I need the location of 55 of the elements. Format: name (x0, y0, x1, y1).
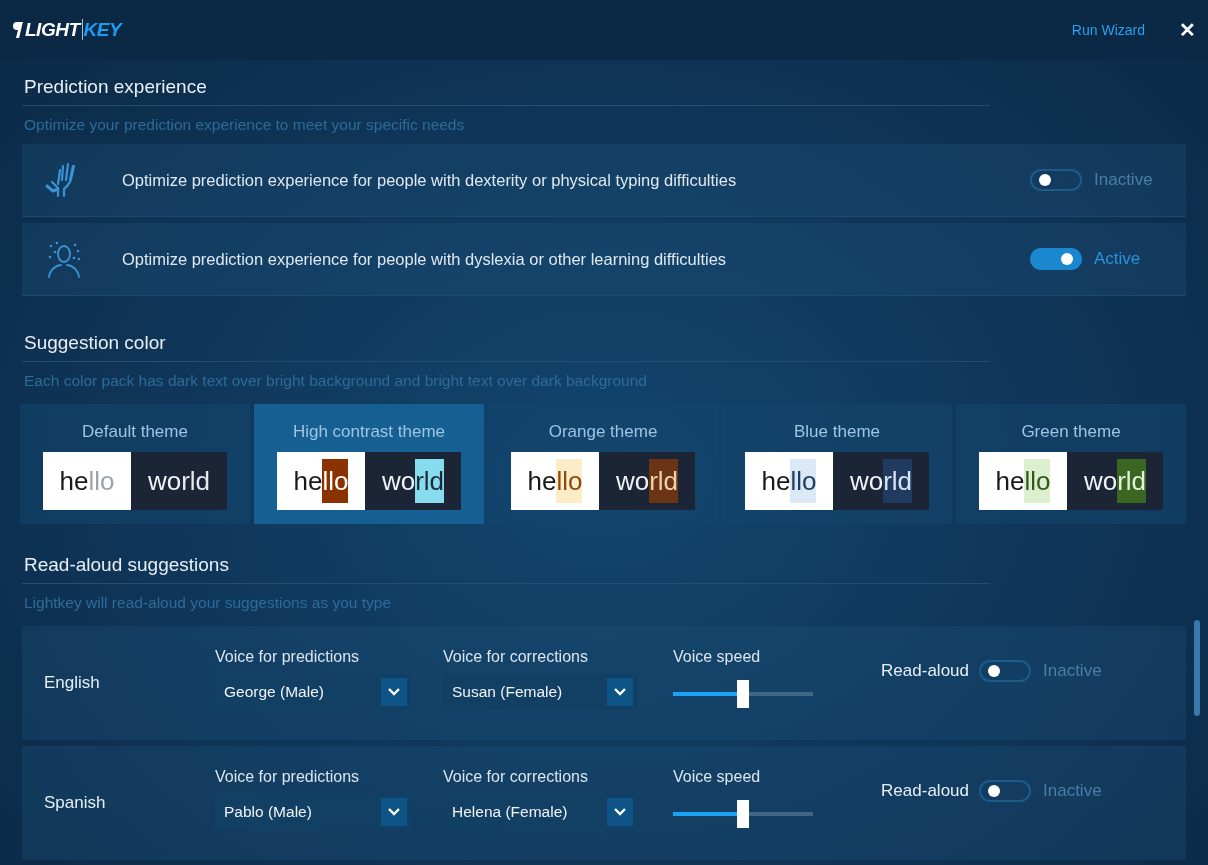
scrollbar[interactable] (1194, 620, 1200, 716)
chevron-down-icon (387, 807, 401, 817)
field-label: Voice speed (673, 768, 762, 786)
option-label: Optimize prediction experience for people with dyslexia or other learning difficulties (121, 249, 728, 269)
theme-card[interactable]: Green theme hello world (956, 404, 1186, 524)
dark-sample: world (599, 452, 695, 510)
section-title: Suggestion color (22, 302, 990, 362)
theme-name: Orange theme (548, 422, 658, 442)
run-wizard-link[interactable]: Run Wizard (1071, 22, 1145, 38)
light-sample: hello (745, 452, 833, 510)
theme-name: Default theme (82, 422, 188, 442)
toggle-switch[interactable] (1030, 248, 1082, 270)
light-sample: hello (511, 452, 599, 510)
section-title: Read-aloud suggestions (22, 524, 990, 584)
slider-thumb[interactable] (737, 680, 749, 708)
close-button[interactable]: ✕ (1175, 18, 1200, 42)
dark-sample: world (131, 452, 227, 510)
toggle-switch[interactable] (979, 780, 1031, 802)
field-label: Voice speed (673, 648, 762, 666)
toggle-state-label: Active (1094, 249, 1142, 269)
voice-dropdown[interactable]: Susan (Female) (443, 674, 637, 710)
theme-card[interactable]: Default theme hello world (20, 404, 250, 524)
section-subtitle: Optimize your prediction experience to meet your specific needs (23, 115, 466, 135)
language-name: English (43, 672, 101, 693)
field-label: Voice for corrections (443, 768, 589, 786)
light-sample: hello (277, 452, 365, 510)
logo-mark-icon (12, 21, 24, 39)
dark-sample: world (833, 452, 929, 510)
read-aloud-label: Read-aloud (880, 781, 969, 801)
slider-thumb[interactable] (737, 800, 749, 828)
light-sample: hello (979, 452, 1067, 510)
dark-sample: world (1067, 452, 1163, 510)
read-aloud-label: Read-aloud (880, 661, 969, 681)
theme-card[interactable]: High contrast theme hello world (254, 404, 484, 524)
dark-sample: world (365, 452, 461, 510)
logo: LIGHT KEY (25, 19, 122, 41)
field-label: Voice for predictions (215, 768, 361, 786)
toggle-switch[interactable] (979, 660, 1031, 682)
toggle-state-label: Inactive (1094, 170, 1154, 190)
theme-name: High contrast theme (292, 422, 446, 442)
field-label: Voice for predictions (215, 648, 361, 666)
toggle-switch[interactable] (1030, 169, 1082, 191)
chevron-down-icon (613, 687, 627, 697)
option-label: Optimize prediction experience for people with dexterity or physical typing difficulties (121, 170, 738, 190)
chevron-down-icon (387, 687, 401, 697)
field-label: Voice for corrections (443, 648, 589, 666)
theme-name: Blue theme (794, 422, 880, 442)
toggle-state-label: Inactive (1043, 781, 1103, 801)
light-sample: hello (43, 452, 131, 510)
theme-name: Green theme (1021, 422, 1121, 442)
chevron-down-icon (613, 807, 627, 817)
language-name: Spanish (43, 792, 107, 813)
section-subtitle: Lightkey will read-aloud your suggestions as you type (23, 593, 393, 613)
toggle-state-label: Inactive (1043, 661, 1103, 681)
section-title: Prediction experience (22, 60, 990, 106)
